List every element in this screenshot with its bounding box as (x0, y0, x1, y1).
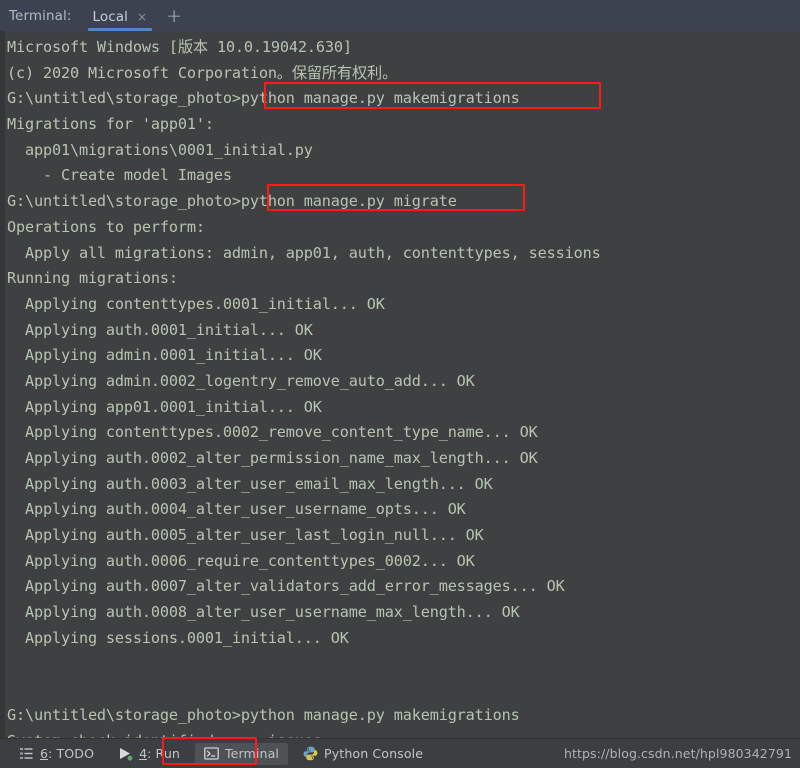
tool-window-button-terminal[interactable]: Terminal (195, 742, 289, 765)
python-logo-icon (303, 746, 318, 761)
tool-window-label: : TODO (48, 746, 95, 761)
terminal-line: Applying auth.0007_alter_validators_add_… (7, 577, 565, 596)
terminal-line: Apply all migrations: admin, app01, auth… (7, 243, 601, 262)
tool-window-label: Terminal (225, 746, 280, 761)
terminal-line: Applying auth.0008_alter_user_username_m… (7, 603, 520, 622)
tool-window-buttons: 6: TODO 4: Run Terminal Python Console (10, 742, 438, 765)
terminal-line: app01\migrations\0001_initial.py (7, 140, 313, 159)
tool-window-label: : Run (147, 746, 180, 761)
terminal-line: G:\untitled\storage_photo>python manage.… (7, 705, 520, 724)
watermark-text: https://blog.csdn.net/hpl980342791 (563, 746, 792, 761)
tool-window-label: Python Console (324, 746, 424, 761)
tool-window-shortcut-number: 4 (139, 746, 148, 761)
terminal-line: Applying auth.0005_alter_user_last_login… (7, 526, 484, 545)
terminal-line: Applying admin.0001_initial... OK (7, 346, 322, 365)
terminal-text[interactable]: Microsoft Windows [版本 10.0.19042.630] (c)… (5, 35, 800, 738)
terminal-toolwindow-label: Terminal: (9, 8, 72, 24)
terminal-line: Applying auth.0004_alter_user_username_o… (7, 500, 466, 519)
terminal-line: G:\untitled\storage_photo>python manage.… (7, 89, 520, 108)
terminal-line: Microsoft Windows [版本 10.0.19042.630] (7, 38, 352, 56)
terminal-line: Applying auth.0002_alter_permission_name… (7, 449, 538, 467)
tool-window-button-python-console[interactable]: Python Console (294, 743, 432, 765)
tab-local-label: Local (92, 9, 129, 25)
terminal-line: G:\untitled\storage_photo>python manage.… (7, 192, 457, 211)
terminal-console-icon (204, 746, 219, 761)
terminal-line: Applying auth.0003_alter_user_email_max_… (7, 474, 493, 493)
terminal-output-pane[interactable]: Microsoft Windows [版本 10.0.19042.630] (c)… (0, 31, 800, 738)
ide-terminal-window: Terminal: Local × + Microsoft Windows [版… (0, 0, 800, 768)
tab-local[interactable]: Local × (86, 9, 155, 31)
run-play-icon (118, 746, 133, 761)
todo-list-icon (19, 746, 34, 761)
close-icon[interactable]: × (137, 11, 147, 23)
terminal-line: (c) 2020 Microsoft Corporation。保留所有权利。 (7, 63, 398, 82)
terminal-line: Migrations for 'app01': (7, 115, 214, 134)
terminal-line: Running migrations: (7, 269, 178, 288)
terminal-line: Applying admin.0002_logentry_remove_auto… (7, 371, 475, 390)
terminal-line: Applying contenttypes.0002_remove_conten… (7, 423, 538, 442)
tool-window-shortcut-number: 6 (40, 746, 49, 761)
terminal-line: System check identified some issues: (7, 729, 800, 738)
terminal-line: Applying app01.0001_initial... OK (7, 397, 322, 416)
terminal-tabbar: Terminal: Local × + (0, 0, 800, 31)
tool-window-bar: 6: TODO 4: Run Terminal Python Console http… (0, 738, 800, 768)
tool-window-button-run[interactable]: 4: Run (109, 743, 189, 765)
terminal-line: Applying auth.0006_require_contenttypes_… (7, 551, 475, 570)
terminal-line: Applying sessions.0001_initial... OK (7, 628, 349, 647)
terminal-line: Operations to perform: (7, 217, 205, 236)
terminal-line: - Create model Images (7, 166, 232, 185)
tool-window-button-todo[interactable]: 6: TODO (10, 743, 103, 765)
terminal-line: Applying auth.0001_initial... OK (7, 320, 313, 339)
add-tab-icon[interactable]: + (154, 7, 190, 31)
terminal-line: Applying contenttypes.0001_initial... OK (7, 294, 385, 313)
